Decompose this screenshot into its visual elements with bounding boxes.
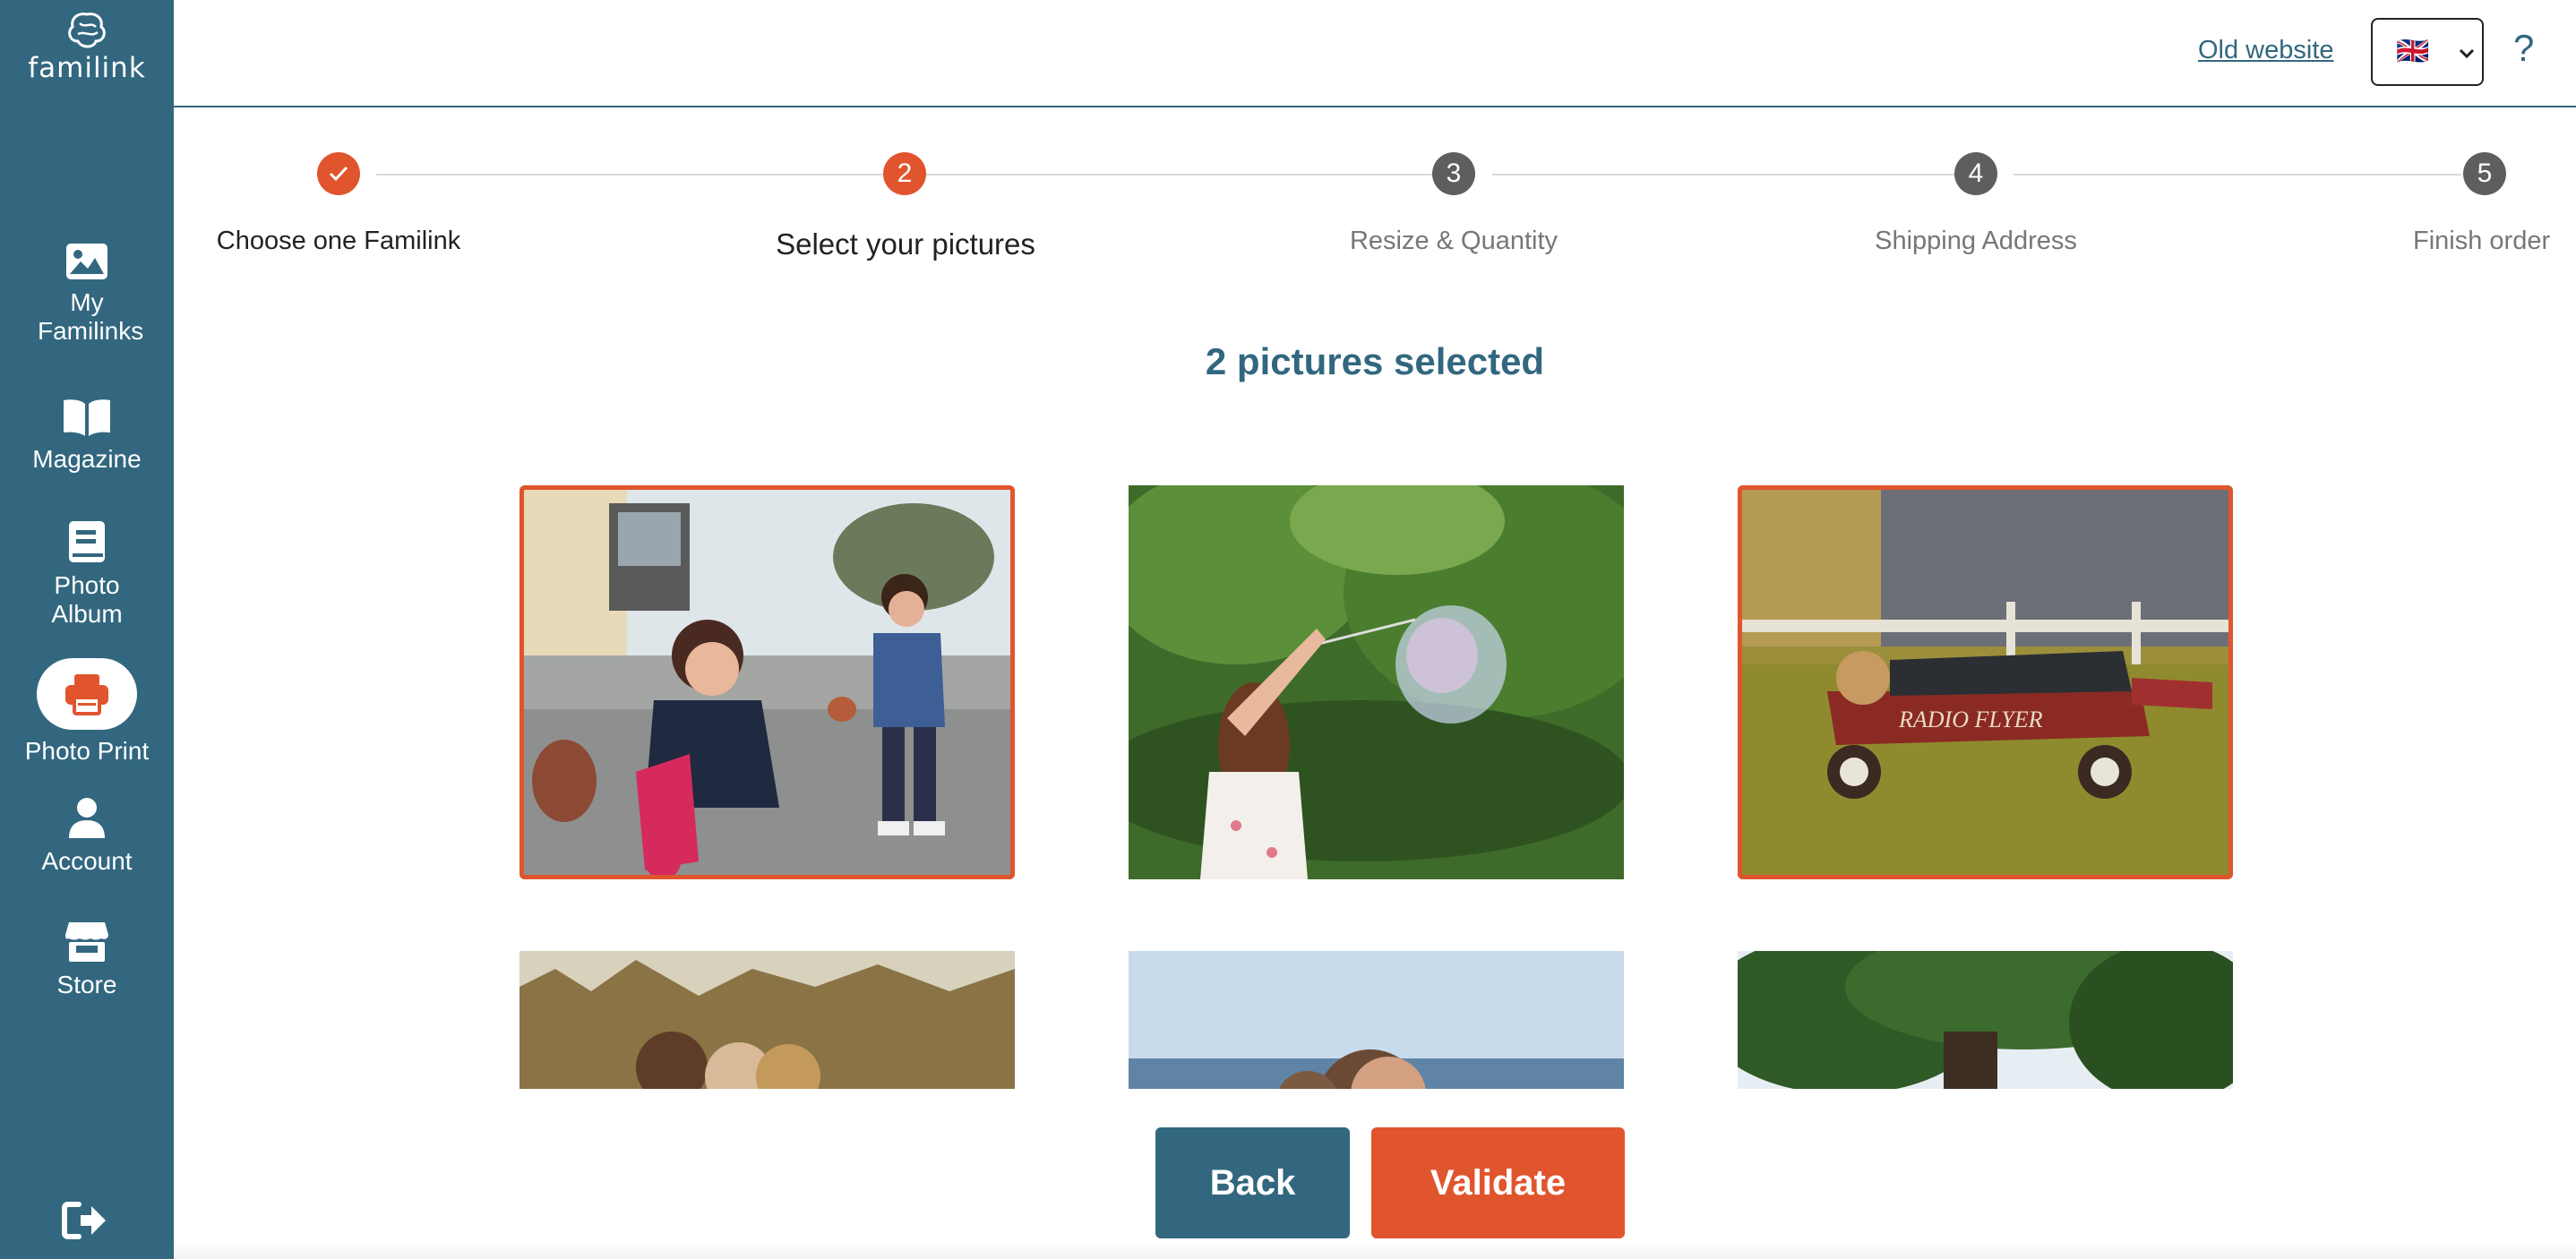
step-4-label: Shipping Address (1875, 227, 2077, 255)
uk-flag-icon: 🇬🇧 (2396, 37, 2430, 66)
sidebar-item-store[interactable]: Store (0, 921, 174, 999)
bottom-edge (174, 1240, 2576, 1259)
sidebar-item-account[interactable]: Account (0, 797, 174, 876)
photo-image (519, 485, 1015, 879)
logo-text: familink (28, 52, 146, 84)
back-button[interactable]: Back (1155, 1127, 1350, 1238)
step-3-circle: 3 (1432, 152, 1475, 195)
help-button[interactable]: ? (2513, 27, 2534, 70)
photo-image (1738, 951, 2233, 1089)
step-2-circle: 2 (883, 152, 926, 195)
language-select[interactable]: 🇬🇧 (2371, 18, 2484, 86)
sidebar-item-photo-album[interactable]: Photo Album (0, 519, 174, 629)
sidebar-item-photo-print[interactable]: Photo Print (0, 658, 174, 766)
step-connector (942, 174, 1453, 176)
photo-image (1129, 485, 1624, 879)
selected-count: 2 pictures selected (1205, 340, 1545, 382)
sidebar-item-label: Photo Album (51, 571, 123, 628)
step-connector (1492, 174, 1976, 176)
photo-girl-bubble[interactable] (1129, 485, 1624, 879)
check-icon (329, 166, 348, 182)
photo-kids-wagon[interactable]: RADIO FLYER (1738, 485, 2233, 879)
photo-image (519, 951, 1015, 1089)
step-1-label: Choose one Familink (216, 227, 461, 255)
photo-couple-field[interactable] (519, 951, 1015, 1089)
printer-icon (65, 674, 108, 715)
step-5-circle: 5 (2463, 152, 2506, 195)
wagon-text: RADIO FLYER (1898, 707, 2043, 732)
sidebar-item-label: Store (56, 971, 117, 998)
user-icon (69, 798, 105, 838)
order-stepper: Choose one Familink 2 Select your pictur… (174, 143, 2576, 269)
image-icon (66, 244, 107, 279)
old-website-link[interactable]: Old website (2198, 36, 2334, 65)
step-2-label: Select your pictures (776, 227, 1035, 261)
familink-logo[interactable]: familink (0, 11, 174, 84)
app-root: familink My Familinks Magazine Photo Alb… (0, 0, 2576, 1259)
sidebar-item-label: Photo Print (24, 737, 150, 765)
book-open-icon (64, 399, 110, 436)
step-1-circle (317, 152, 360, 195)
step-5-label: Finish order (2413, 227, 2551, 255)
logout-icon[interactable] (61, 1201, 109, 1240)
photo-image: RADIO FLYER (1738, 485, 2233, 879)
sidebar-item-my-familinks[interactable]: My Familinks (0, 242, 174, 346)
album-icon (69, 521, 105, 562)
sidebar-item-label: My Familinks (38, 288, 144, 345)
photo-image (1129, 951, 1624, 1089)
familink-logo-icon (68, 13, 106, 48)
store-icon (65, 922, 108, 962)
step-connector (2014, 174, 2461, 176)
photo-beach-family[interactable] (1129, 951, 1624, 1089)
sidebar-item-label: Magazine (32, 445, 142, 473)
sidebar-item-label: Account (41, 847, 133, 875)
photo-girls-bike[interactable] (519, 485, 1015, 879)
sidebar: familink My Familinks Magazine Photo Alb… (0, 0, 174, 1259)
active-indicator (37, 658, 137, 730)
photo-tree[interactable] (1738, 951, 2233, 1089)
step-4-circle: 4 (1954, 152, 1997, 195)
chevron-down-icon (2459, 48, 2475, 59)
sidebar-item-magazine[interactable]: Magazine (0, 397, 174, 474)
step-3-label: Resize & Quantity (1349, 227, 1558, 255)
validate-button[interactable]: Validate (1371, 1127, 1625, 1238)
